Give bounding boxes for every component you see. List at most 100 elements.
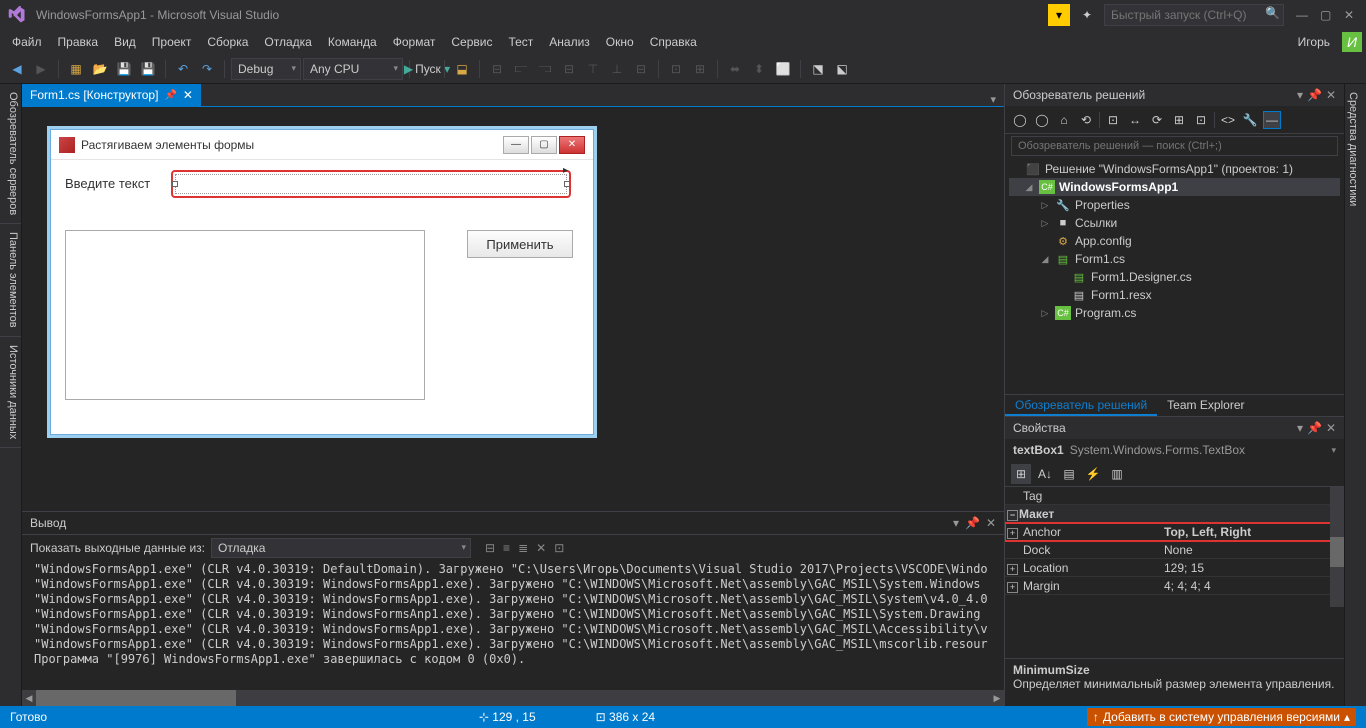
maximize-button[interactable]: ▢ bbox=[1320, 8, 1334, 22]
undo-icon[interactable]: ↶ bbox=[172, 58, 194, 80]
menu-build[interactable]: Сборка bbox=[199, 32, 256, 52]
smart-tag-icon[interactable]: ▸ bbox=[563, 165, 568, 176]
align-icon-5[interactable]: ⊤ bbox=[582, 58, 604, 80]
sol-fwd-icon[interactable]: ◯ bbox=[1033, 111, 1051, 129]
sol-tool-icon[interactable]: ↔ bbox=[1126, 111, 1144, 129]
sol-sync-icon[interactable]: ⟲ bbox=[1077, 111, 1095, 129]
panel-pin-icon[interactable]: 📌 bbox=[1307, 88, 1322, 102]
resize-handle-left[interactable] bbox=[172, 181, 178, 187]
sol-home-icon[interactable]: ⌂ bbox=[1055, 111, 1073, 129]
output-tool-icon[interactable]: ≣ bbox=[518, 541, 528, 555]
save-all-icon[interactable]: 💾 bbox=[137, 58, 159, 80]
output-source-combo[interactable]: Отладка bbox=[211, 538, 471, 558]
open-icon[interactable]: 📂 bbox=[89, 58, 111, 80]
sol-tool-icon[interactable]: ⊡ bbox=[1104, 111, 1122, 129]
tabs-overflow-icon[interactable]: ▾ bbox=[990, 93, 1004, 106]
menu-debug[interactable]: Отладка bbox=[256, 32, 319, 52]
textbox1-control[interactable]: ▸ bbox=[175, 174, 567, 194]
minimize-button[interactable]: — bbox=[1296, 8, 1310, 22]
sol-wrench-icon[interactable]: 🔧 bbox=[1241, 111, 1259, 129]
sol-search-input[interactable] bbox=[1011, 136, 1338, 156]
layout-icon[interactable]: ⬓ bbox=[451, 58, 473, 80]
platform-combo[interactable]: Any CPU bbox=[303, 58, 403, 80]
panel-pin-icon[interactable]: 📌 bbox=[1307, 421, 1322, 435]
save-icon[interactable]: 💾 bbox=[113, 58, 135, 80]
property-grid[interactable]: Tag −Макет +AnchorTop, Left, Right DockN… bbox=[1005, 487, 1344, 658]
config-combo[interactable]: Debug bbox=[231, 58, 301, 80]
notifications-flag-icon[interactable]: ▾ bbox=[1048, 4, 1070, 26]
user-avatar[interactable]: И bbox=[1342, 32, 1362, 52]
space-icon-2[interactable]: ⊞ bbox=[689, 58, 711, 80]
props-object-selector[interactable]: textBox1 System.Windows.Forms.TextBox ▾ bbox=[1005, 439, 1344, 461]
menu-tools[interactable]: Сервис bbox=[443, 32, 500, 52]
panel-close-icon[interactable]: ✕ bbox=[986, 516, 996, 530]
props-props-icon[interactable]: ▤ bbox=[1059, 464, 1079, 484]
output-tool-icon[interactable]: ⊟ bbox=[485, 541, 495, 555]
sol-tool-icon[interactable]: ⊡ bbox=[1192, 111, 1210, 129]
sol-view-icon[interactable]: — bbox=[1263, 111, 1281, 129]
align-icon-1[interactable]: ⊟ bbox=[486, 58, 508, 80]
size-icon-1[interactable]: ⬌ bbox=[724, 58, 746, 80]
quick-launch-input[interactable] bbox=[1104, 4, 1284, 26]
solution-tree[interactable]: ⬛Решение "WindowsFormsApp1" (проектов: 1… bbox=[1005, 158, 1344, 394]
prop-location[interactable]: +Location129; 15 bbox=[1005, 559, 1344, 577]
props-alpha-icon[interactable]: A↓ bbox=[1035, 464, 1055, 484]
sol-back-icon[interactable]: ◯ bbox=[1011, 111, 1029, 129]
feedback-icon[interactable]: ✦ bbox=[1076, 4, 1098, 26]
nav-fwd-icon[interactable]: ▶ bbox=[30, 58, 52, 80]
menu-test[interactable]: Тест bbox=[500, 32, 541, 52]
apply-button[interactable]: Применить bbox=[467, 230, 573, 258]
new-project-icon[interactable]: ▦ bbox=[65, 58, 87, 80]
align-icon-2[interactable]: ⫍ bbox=[510, 58, 532, 80]
props-events-icon[interactable]: ⚡ bbox=[1083, 464, 1103, 484]
winform-preview[interactable]: Растягиваем элементы формы — ▢ ✕ Введите… bbox=[50, 129, 594, 435]
output-tool-icon[interactable]: ⊡ bbox=[554, 541, 564, 555]
tab-form1-designer[interactable]: Form1.cs [Конструктор] 📌 ✕ bbox=[22, 84, 201, 106]
output-tool-icon[interactable]: ✕ bbox=[536, 541, 546, 555]
resize-handle-right[interactable] bbox=[564, 181, 570, 187]
pin-icon[interactable]: 📌 bbox=[164, 90, 176, 101]
align-icon-7[interactable]: ⊟ bbox=[630, 58, 652, 80]
redo-icon[interactable]: ↷ bbox=[196, 58, 218, 80]
menu-help[interactable]: Справка bbox=[642, 32, 705, 52]
align-icon-6[interactable]: ⊥ bbox=[606, 58, 628, 80]
menu-team[interactable]: Команда bbox=[320, 32, 385, 52]
multiline-textbox[interactable] bbox=[65, 230, 425, 400]
rail-toolbox[interactable]: Панель элементов bbox=[0, 224, 21, 337]
panel-dropdown-icon[interactable]: ▾ bbox=[1297, 88, 1303, 102]
menu-project[interactable]: Проект bbox=[144, 32, 200, 52]
menu-analyze[interactable]: Анализ bbox=[541, 32, 598, 52]
rail-diagnostics[interactable]: Средства диагностики bbox=[1345, 84, 1361, 214]
menu-edit[interactable]: Правка bbox=[50, 32, 107, 52]
props-categorized-icon[interactable]: ⊞ bbox=[1011, 464, 1031, 484]
prop-anchor[interactable]: +AnchorTop, Left, Right bbox=[1005, 523, 1344, 541]
form-designer[interactable]: Растягиваем элементы формы — ▢ ✕ Введите… bbox=[22, 106, 1004, 511]
output-tool-icon[interactable]: ≡ bbox=[503, 541, 510, 555]
menu-window[interactable]: Окно bbox=[598, 32, 642, 52]
prop-dock[interactable]: DockNone bbox=[1005, 541, 1344, 559]
prop-margin[interactable]: +Margin4; 4; 4; 4 bbox=[1005, 577, 1344, 595]
start-debug-button[interactable]: ▶Пуск ▾ bbox=[416, 58, 438, 80]
status-vcs-button[interactable]: ↑ Добавить в систему управления версиями… bbox=[1087, 708, 1356, 726]
sol-tool-icon[interactable]: ⊞ bbox=[1170, 111, 1188, 129]
props-pages-icon[interactable]: ▥ bbox=[1107, 464, 1127, 484]
panel-close-icon[interactable]: ✕ bbox=[1326, 88, 1336, 102]
tab-close-icon[interactable]: ✕ bbox=[183, 88, 193, 102]
nav-back-icon[interactable]: ◀ bbox=[6, 58, 28, 80]
rail-server-explorer[interactable]: Обозреватель серверов bbox=[0, 84, 21, 224]
sol-refresh-icon[interactable]: ⟳ bbox=[1148, 111, 1166, 129]
sol-code-icon[interactable]: <> bbox=[1219, 111, 1237, 129]
props-vscrollbar[interactable] bbox=[1330, 487, 1344, 607]
output-hscrollbar[interactable]: ◀▶ bbox=[22, 690, 1004, 706]
panel-dropdown-icon[interactable]: ▾ bbox=[1297, 421, 1303, 435]
output-text[interactable]: "WindowsFormsApp1.exe" (CLR v4.0.30319: … bbox=[22, 560, 1004, 690]
menu-format[interactable]: Формат bbox=[385, 32, 444, 52]
space-icon-1[interactable]: ⊡ bbox=[665, 58, 687, 80]
align-icon-3[interactable]: ⫎ bbox=[534, 58, 556, 80]
panel-dropdown-icon[interactable]: ▾ bbox=[953, 516, 959, 530]
menu-view[interactable]: Вид bbox=[106, 32, 144, 52]
order-icon-2[interactable]: ⬕ bbox=[831, 58, 853, 80]
size-icon-2[interactable]: ⬍ bbox=[748, 58, 770, 80]
tab-team-explorer[interactable]: Team Explorer bbox=[1157, 395, 1254, 416]
rail-data-sources[interactable]: Источники данных bbox=[0, 337, 21, 448]
